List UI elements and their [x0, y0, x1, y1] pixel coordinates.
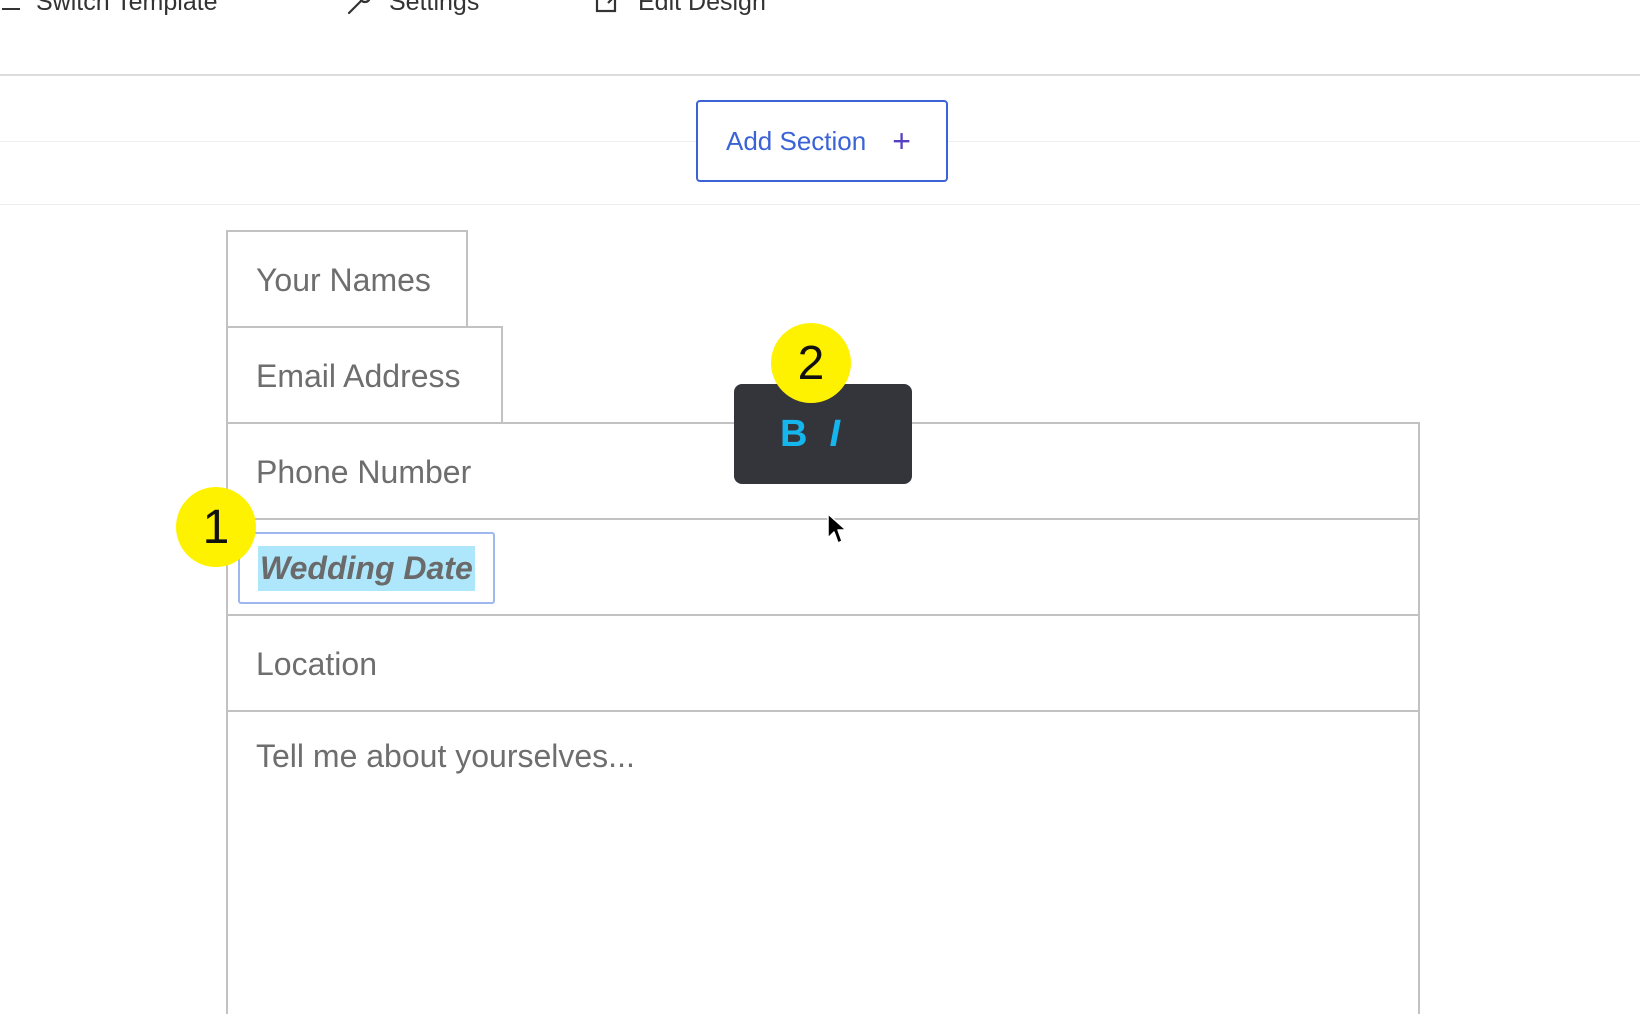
- email-field[interactable]: Email Address: [226, 326, 503, 424]
- about-textarea[interactable]: Tell me about yourselves...: [226, 710, 1420, 1014]
- page: Switch Template Settings Edit Design Add…: [0, 0, 1640, 1014]
- switch-template-label: Switch Template: [36, 0, 218, 16]
- location-placeholder: Location: [256, 645, 377, 682]
- wedding-date-field[interactable]: Wedding Date: [226, 518, 1420, 616]
- wedding-date-label-editor[interactable]: Wedding Date: [238, 532, 495, 604]
- toolbar-divider: [0, 74, 1640, 76]
- names-field[interactable]: Your Names: [226, 230, 468, 328]
- names-placeholder: Your Names: [256, 261, 431, 298]
- add-section-label: Add Section: [726, 125, 867, 156]
- location-field[interactable]: Location: [226, 614, 1420, 712]
- mouse-cursor-icon: [826, 512, 848, 551]
- add-section-button[interactable]: Add Section +: [696, 100, 948, 182]
- settings-label: Settings: [389, 0, 480, 16]
- italic-button[interactable]: I: [829, 415, 840, 453]
- edit-design-button[interactable]: Edit Design: [594, 0, 766, 16]
- phone-placeholder: Phone Number: [256, 453, 472, 490]
- edit-design-label: Edit Design: [638, 0, 766, 16]
- bold-button[interactable]: B: [780, 415, 807, 453]
- step-marker-1: 1: [176, 487, 256, 567]
- edit-design-icon: [594, 0, 624, 17]
- list-icon: [0, 0, 22, 13]
- step-marker-2: 2: [771, 323, 851, 403]
- plus-icon: +: [892, 123, 911, 159]
- settings-button[interactable]: Settings: [345, 0, 479, 16]
- switch-template-button[interactable]: Switch Template: [0, 0, 218, 16]
- email-placeholder: Email Address: [256, 357, 461, 394]
- wedding-date-selected-text[interactable]: Wedding Date: [258, 545, 475, 591]
- about-placeholder: Tell me about yourselves...: [256, 738, 635, 774]
- wrench-icon: [345, 0, 375, 17]
- section-divider: [0, 204, 1640, 205]
